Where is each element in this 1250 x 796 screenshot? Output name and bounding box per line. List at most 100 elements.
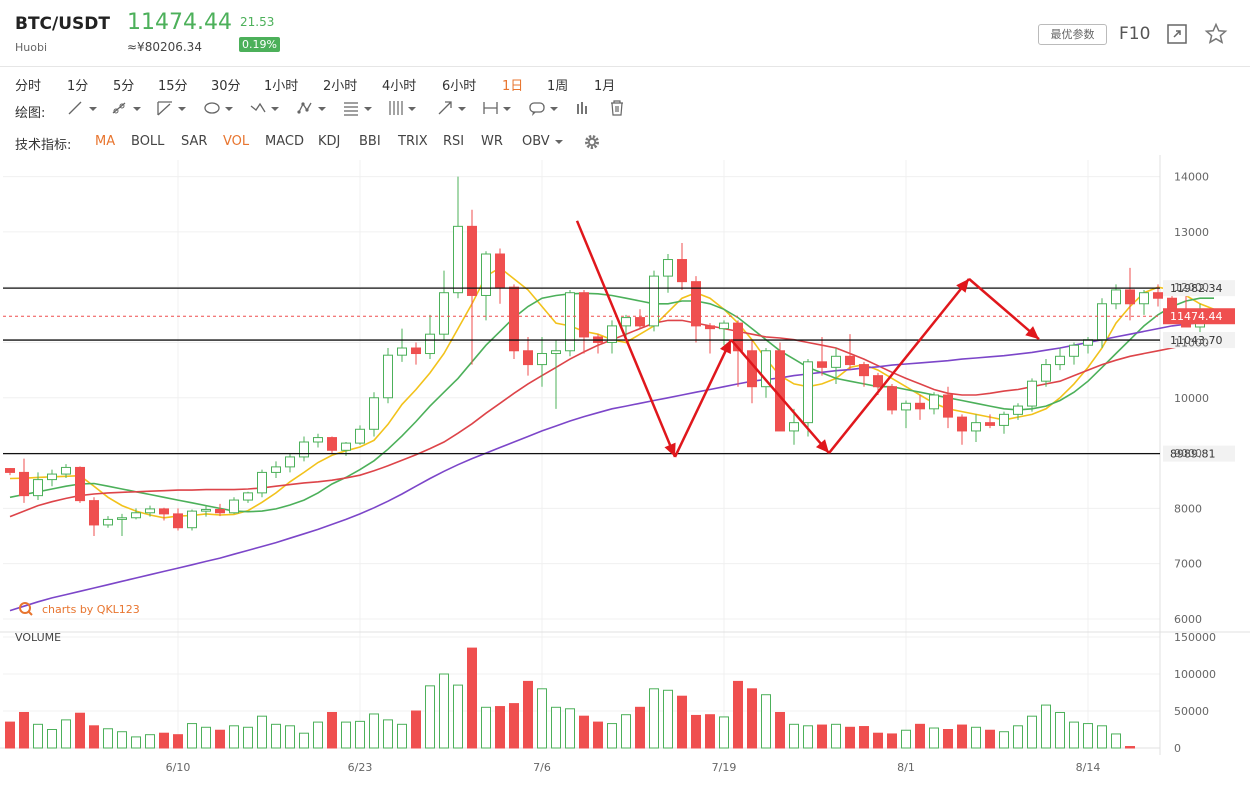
period-tab[interactable]: 1周 (547, 75, 568, 94)
indicator-sar[interactable]: SAR (181, 134, 207, 149)
candle-body (943, 394, 953, 418)
chart-area[interactable]: 11982.34 11474.44 11043.70 8989.81 6000 7000… (0, 155, 1250, 792)
measure-tool-icon[interactable] (480, 98, 514, 118)
watermark-text: charts by QKL123 (42, 603, 140, 616)
price-tick-label: 12000 (1174, 281, 1209, 294)
f10-button[interactable]: F10 (1119, 24, 1150, 44)
channel-tool-icon[interactable] (155, 98, 189, 118)
candle-body (635, 317, 645, 327)
optimal-params-button[interactable]: 最优参数 (1038, 24, 1107, 45)
candle-body (579, 292, 589, 338)
indicator-kdj[interactable]: KDJ (318, 134, 340, 149)
volume-bar (383, 719, 393, 749)
volume-bar (649, 688, 659, 749)
price-tick-label: 10000 (1174, 392, 1209, 405)
volume-bar (775, 711, 785, 749)
fibonacci-tool-icon[interactable] (341, 98, 375, 118)
period-tab[interactable]: 6小时 (442, 75, 476, 94)
candle-body (215, 508, 225, 514)
period-tab[interactable]: 1月 (594, 75, 615, 94)
candle-body (663, 259, 673, 277)
period-tab[interactable]: 1分 (67, 75, 88, 94)
period-tab[interactable]: 30分 (211, 75, 241, 94)
exchange-name: Huobi (15, 41, 48, 54)
price-range-tool-icon[interactable] (573, 98, 607, 118)
volume-bar (887, 733, 897, 749)
volume-tick-label: 100000 (1174, 668, 1216, 681)
price-cny: ≈¥80206.34 (127, 40, 202, 54)
volume-bar (817, 724, 827, 749)
ellipse-tool-icon[interactable] (202, 98, 236, 118)
period-tab[interactable]: 2小时 (323, 75, 357, 94)
volume-bar (201, 726, 211, 749)
candle-body (425, 333, 435, 355)
trash-icon[interactable] (604, 98, 638, 118)
volume-bar (747, 688, 757, 749)
period-tab[interactable]: 4小时 (382, 75, 416, 94)
annotation-tool-icon[interactable] (527, 98, 561, 118)
x-tick-label: 7/6 (533, 761, 551, 774)
volume-bar (159, 732, 169, 749)
fullscreen-icon[interactable] (1165, 22, 1189, 46)
indicator-boll[interactable]: BOLL (131, 134, 164, 149)
candle-body (313, 437, 323, 443)
gear-icon[interactable] (583, 133, 601, 151)
line-tool-icon[interactable] (66, 98, 100, 118)
indicator-trix[interactable]: TRIX (398, 134, 428, 149)
candle-body (789, 422, 799, 432)
candle-body (1097, 303, 1107, 341)
period-tab[interactable]: 1小时 (264, 75, 298, 94)
change-percent-badge: 0.19% (239, 37, 280, 52)
candle-body (173, 513, 183, 529)
candle-body (5, 468, 15, 473)
volume-bar (761, 694, 771, 749)
volume-bar (103, 728, 113, 749)
indicator-ma[interactable]: MA (95, 134, 115, 149)
favorite-star-icon[interactable] (1204, 22, 1228, 46)
candle-body (1153, 292, 1163, 299)
candle-body (551, 350, 561, 355)
indicator-rsi[interactable]: RSI (443, 134, 464, 149)
parallel-lines-tool-icon[interactable] (385, 98, 419, 118)
candle-body (131, 512, 141, 519)
volume-tick-label: 150000 (1174, 631, 1216, 644)
period-tab[interactable]: 分时 (15, 75, 41, 94)
volume-bar (285, 725, 295, 749)
volume-bar (565, 708, 575, 749)
indicator-obv-dropdown[interactable]: OBV (522, 134, 550, 149)
candle-body (61, 466, 71, 475)
candle-body (159, 508, 169, 515)
candle-body (817, 361, 827, 368)
period-tab[interactable]: 15分 (158, 75, 188, 94)
indicator-wr[interactable]: WR (481, 134, 503, 149)
volume-bar (803, 725, 813, 749)
candlestick-chart[interactable]: 11982.3411474.4411043.708989.81 60007000… (0, 155, 1250, 792)
volume-bar (425, 685, 435, 749)
volume-bar (411, 710, 421, 749)
candle-body (453, 225, 463, 294)
volume-bar (985, 729, 995, 749)
volume-bar (47, 729, 57, 749)
indicator-macd[interactable]: MACD (265, 134, 304, 149)
candle-body (243, 492, 253, 501)
indicator-vol[interactable]: VOL (223, 134, 249, 149)
arrow-tool-icon[interactable] (435, 98, 469, 118)
period-tab[interactable]: 5分 (113, 75, 134, 94)
candle-body (481, 253, 491, 296)
drawing-toolbar: 绘图: (0, 95, 1250, 123)
indicator-bbi[interactable]: BBI (359, 134, 381, 149)
period-tab-active[interactable]: 1日 (502, 75, 523, 94)
volume-bar (131, 736, 141, 749)
price-tick-label: 9000 (1174, 447, 1202, 460)
wave-tool-icon[interactable] (248, 98, 282, 118)
candle-body (971, 422, 981, 432)
volume-bar (215, 729, 225, 749)
candle-body (873, 375, 883, 388)
ray-tool-icon[interactable] (110, 98, 144, 118)
volume-bar (257, 715, 267, 749)
chevron-down-icon[interactable] (554, 138, 564, 146)
volume-bar (1097, 725, 1107, 749)
candle-body (271, 466, 281, 473)
pattern-tool-icon[interactable] (295, 98, 329, 118)
candle-body (285, 456, 295, 468)
